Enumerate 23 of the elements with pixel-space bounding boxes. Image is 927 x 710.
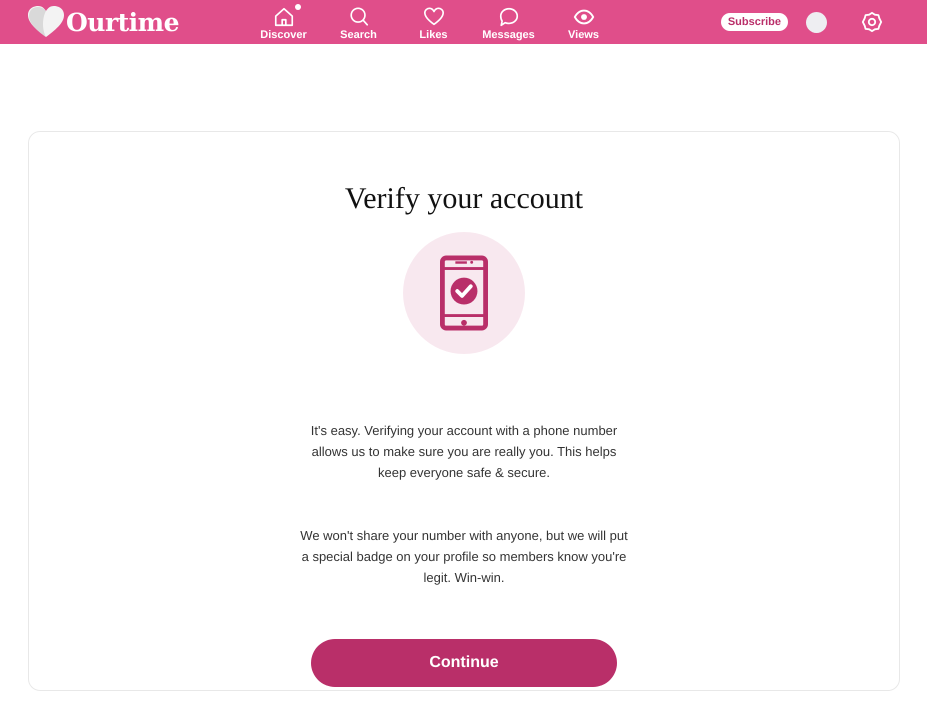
- nav-item[interactable]: Likes: [396, 4, 471, 40]
- nav-label: Discover: [260, 28, 307, 40]
- page-title: Verify your account: [344, 182, 584, 216]
- nav-label: Messages: [482, 28, 535, 40]
- logo[interactable]: Ourtime: [28, 6, 246, 38]
- heart-logo-icon: [28, 6, 64, 38]
- info-paragraph: It's easy. Verifying your account with a phone number allows us to make sure you are really you. This helps keep everyone safe & secure.: [310, 422, 618, 482]
- nav-label: Search: [340, 28, 377, 40]
- home-icon: [272, 6, 294, 28]
- info-paragraph: We won't share your number with anyone, but we will put a special badge on your profile so members know you're legit. Win-win.: [299, 527, 629, 587]
- nav-item[interactable]: Views: [546, 4, 621, 40]
- nav-item[interactable]: Search: [321, 4, 396, 40]
- continue-button[interactable]: Continue: [311, 639, 617, 687]
- nav-item[interactable]: Messages: [471, 4, 546, 40]
- chat-bubble-icon: [498, 6, 520, 28]
- nav-item[interactable]: Discover: [246, 4, 321, 40]
- avatar[interactable]: [806, 12, 827, 32]
- search-icon: [348, 6, 370, 28]
- settings-icon[interactable]: [861, 11, 883, 33]
- nav-label: Views: [568, 28, 599, 40]
- subscribe-button[interactable]: Subscribe: [720, 13, 788, 31]
- heart-icon: [422, 6, 444, 28]
- nav-label: Likes: [419, 28, 448, 40]
